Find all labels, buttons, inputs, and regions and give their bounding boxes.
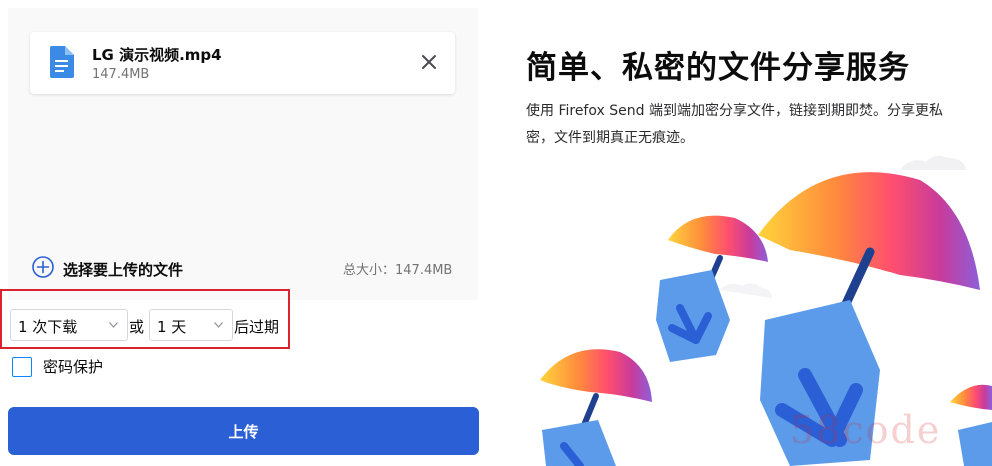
password-checkbox[interactable] [12, 356, 32, 377]
password-label: 密码保护 [43, 358, 104, 376]
password-protect-toggle[interactable]: 密码保护 [12, 356, 103, 377]
hero-title: 简单、私密的文件分享服务 [526, 50, 910, 86]
add-files-label: 选择要上传的文件 [63, 260, 184, 279]
file-size: 147.4MB [92, 67, 150, 82]
upload-button[interactable]: 上传 [8, 407, 479, 455]
file-list-item: LG 演示视频.mp4 147.4MB [30, 32, 455, 94]
or-label: 或 [129, 318, 145, 336]
days-select-value: 1 天 [157, 318, 187, 336]
total-size: 总大小：147.4MB [343, 263, 453, 278]
days-select[interactable]: 1 天 [149, 309, 233, 341]
downloads-select-value: 1 次下载 [18, 318, 78, 336]
plus-circle-icon [32, 256, 63, 282]
file-name: LG 演示视频.mp4 [92, 46, 222, 64]
add-files-button[interactable]: 选择要上传的文件 [32, 256, 183, 282]
expire-after-label: 后过期 [234, 318, 280, 336]
downloads-select[interactable]: 1 次下载 [10, 309, 128, 341]
watermark: 58code [790, 408, 942, 452]
